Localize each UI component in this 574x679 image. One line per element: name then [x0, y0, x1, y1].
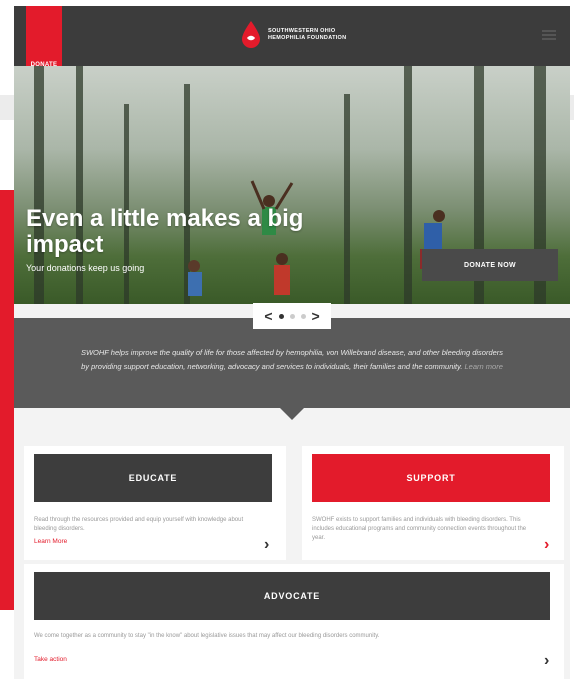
mission-pointer — [280, 408, 304, 420]
slider-dot[interactable] — [289, 313, 295, 319]
educate-learn-more-link[interactable]: Learn More — [34, 538, 67, 545]
slider-controls: < > — [253, 303, 331, 329]
site-preview: SOUTHWESTERN OHIO HEMOPHILIA FOUNDATION … — [14, 6, 570, 679]
chevron-right-icon[interactable]: › — [264, 536, 269, 554]
mission-body: SWOHF helps improve the quality of life … — [80, 348, 504, 371]
educate-card-text: Read through the resources provided and … — [34, 517, 244, 532]
mission-text: SWOHF helps improve the quality of life … — [80, 346, 504, 374]
take-action-link[interactable]: Take action — [34, 656, 67, 663]
blood-drop-logo-icon — [242, 21, 260, 48]
site-header: SOUTHWESTERN OHIO HEMOPHILIA FOUNDATION — [14, 6, 570, 66]
logo-line-2: HEMOPHILIA FOUNDATION — [268, 35, 347, 41]
support-card-title: SUPPORT — [312, 454, 550, 502]
educate-card-title: EDUCATE — [34, 454, 272, 502]
support-card[interactable]: SUPPORT SWOHF exists to support families… — [302, 446, 564, 560]
donate-now-button[interactable]: DONATE NOW — [422, 249, 558, 281]
support-card-text: SWOHF exists to support families and ind… — [312, 517, 527, 541]
slider-dot[interactable] — [278, 313, 284, 319]
mission-section: SWOHF helps improve the quality of life … — [14, 318, 570, 408]
hero-tree — [124, 104, 129, 304]
logo-line-1: SOUTHWESTERN OHIO — [268, 28, 336, 34]
hero-title: Even a little makes a big impact — [26, 206, 303, 258]
logo-text: SOUTHWESTERN OHIO HEMOPHILIA FOUNDATION — [268, 28, 346, 42]
hero-title-line-1: Even a little makes a big — [26, 205, 304, 232]
donate-tab-button[interactable]: DONATE — [26, 6, 62, 72]
advocate-card[interactable]: ADVOCATE We come together as a community… — [24, 564, 564, 679]
chevron-right-icon[interactable]: › — [544, 536, 549, 554]
hero-title-line-2: impact — [26, 231, 104, 258]
menu-icon[interactable] — [542, 30, 556, 40]
slider-prev-button[interactable]: < — [264, 308, 272, 324]
advocate-card-title: ADVOCATE — [34, 572, 550, 620]
site-logo[interactable]: SOUTHWESTERN OHIO HEMOPHILIA FOUNDATION — [240, 20, 346, 50]
slider-dot[interactable] — [300, 313, 306, 319]
chevron-right-icon[interactable]: › — [544, 652, 549, 670]
slider-next-button[interactable]: > — [312, 308, 320, 324]
learn-more-link[interactable]: Learn more — [465, 362, 503, 371]
hero-banner: Even a little makes a big impact Your do… — [14, 66, 570, 304]
advocate-card-text: We come together as a community to stay … — [34, 633, 380, 639]
hero-subtitle: Your donations keep us going — [26, 263, 145, 273]
educate-card[interactable]: EDUCATE Read through the resources provi… — [24, 446, 286, 560]
